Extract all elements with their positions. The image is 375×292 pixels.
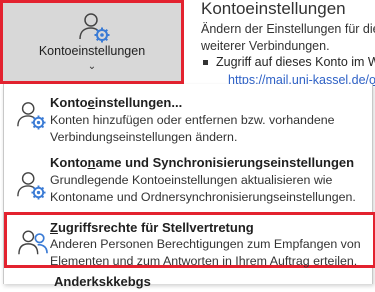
person-gear-icon (16, 170, 46, 205)
chevron-down-icon: ⌄ (87, 61, 97, 72)
menu-item-account-name-sync[interactable]: Kontoname und Synchronisierungseinstellu… (4, 152, 372, 212)
menu-item-title: Anderkskkebgs (54, 274, 151, 289)
info-text-line: weiterer Verbindungen. (201, 39, 330, 53)
menu-item-title: Zugriffsrechte für Stellvertretung (50, 220, 254, 235)
info-text-line: Ändern der Einstellungen für dies (201, 22, 375, 36)
info-bullet: Zugriff auf dieses Konto im W (203, 55, 375, 69)
menu-item-description: Grundlegende Kontoeinstellungen aktualis… (50, 173, 356, 204)
person-gear-icon (16, 100, 46, 135)
account-settings-dropdown: Kontoeinstellungen... Konten hinzufügen … (3, 84, 375, 289)
bullet-icon (203, 60, 208, 66)
person-gear-icon (78, 11, 110, 48)
menu-item-delegate-access[interactable]: Zugriffsrechte für Stellvertretung Ander… (4, 212, 375, 268)
ribbon-button-label: Kontoeinstellungen (38, 44, 146, 58)
info-title: Kontoeinstellungen (201, 0, 346, 18)
menu-item-description: Konten hinzufügen oder entfernen bzw. vo… (50, 113, 335, 144)
menu-item-partial[interactable]: Anderkskkebgs (4, 272, 372, 292)
menu-item-account-settings[interactable]: Kontoeinstellungen... Konten hinzufügen … (4, 84, 372, 152)
menu-item-title: Kontoname und Synchronisierungseinstellu… (50, 155, 355, 170)
menu-item-description: Anderen Personen Berechtigungen zum Empf… (50, 237, 361, 268)
two-people-icon (18, 227, 48, 262)
account-settings-ribbon-button[interactable]: Kontoeinstellungen ⌄ (0, 0, 184, 84)
menu-item-title: Kontoeinstellungen... (50, 95, 183, 110)
bullet-text: Zugriff auf dieses Konto im W (216, 55, 375, 69)
